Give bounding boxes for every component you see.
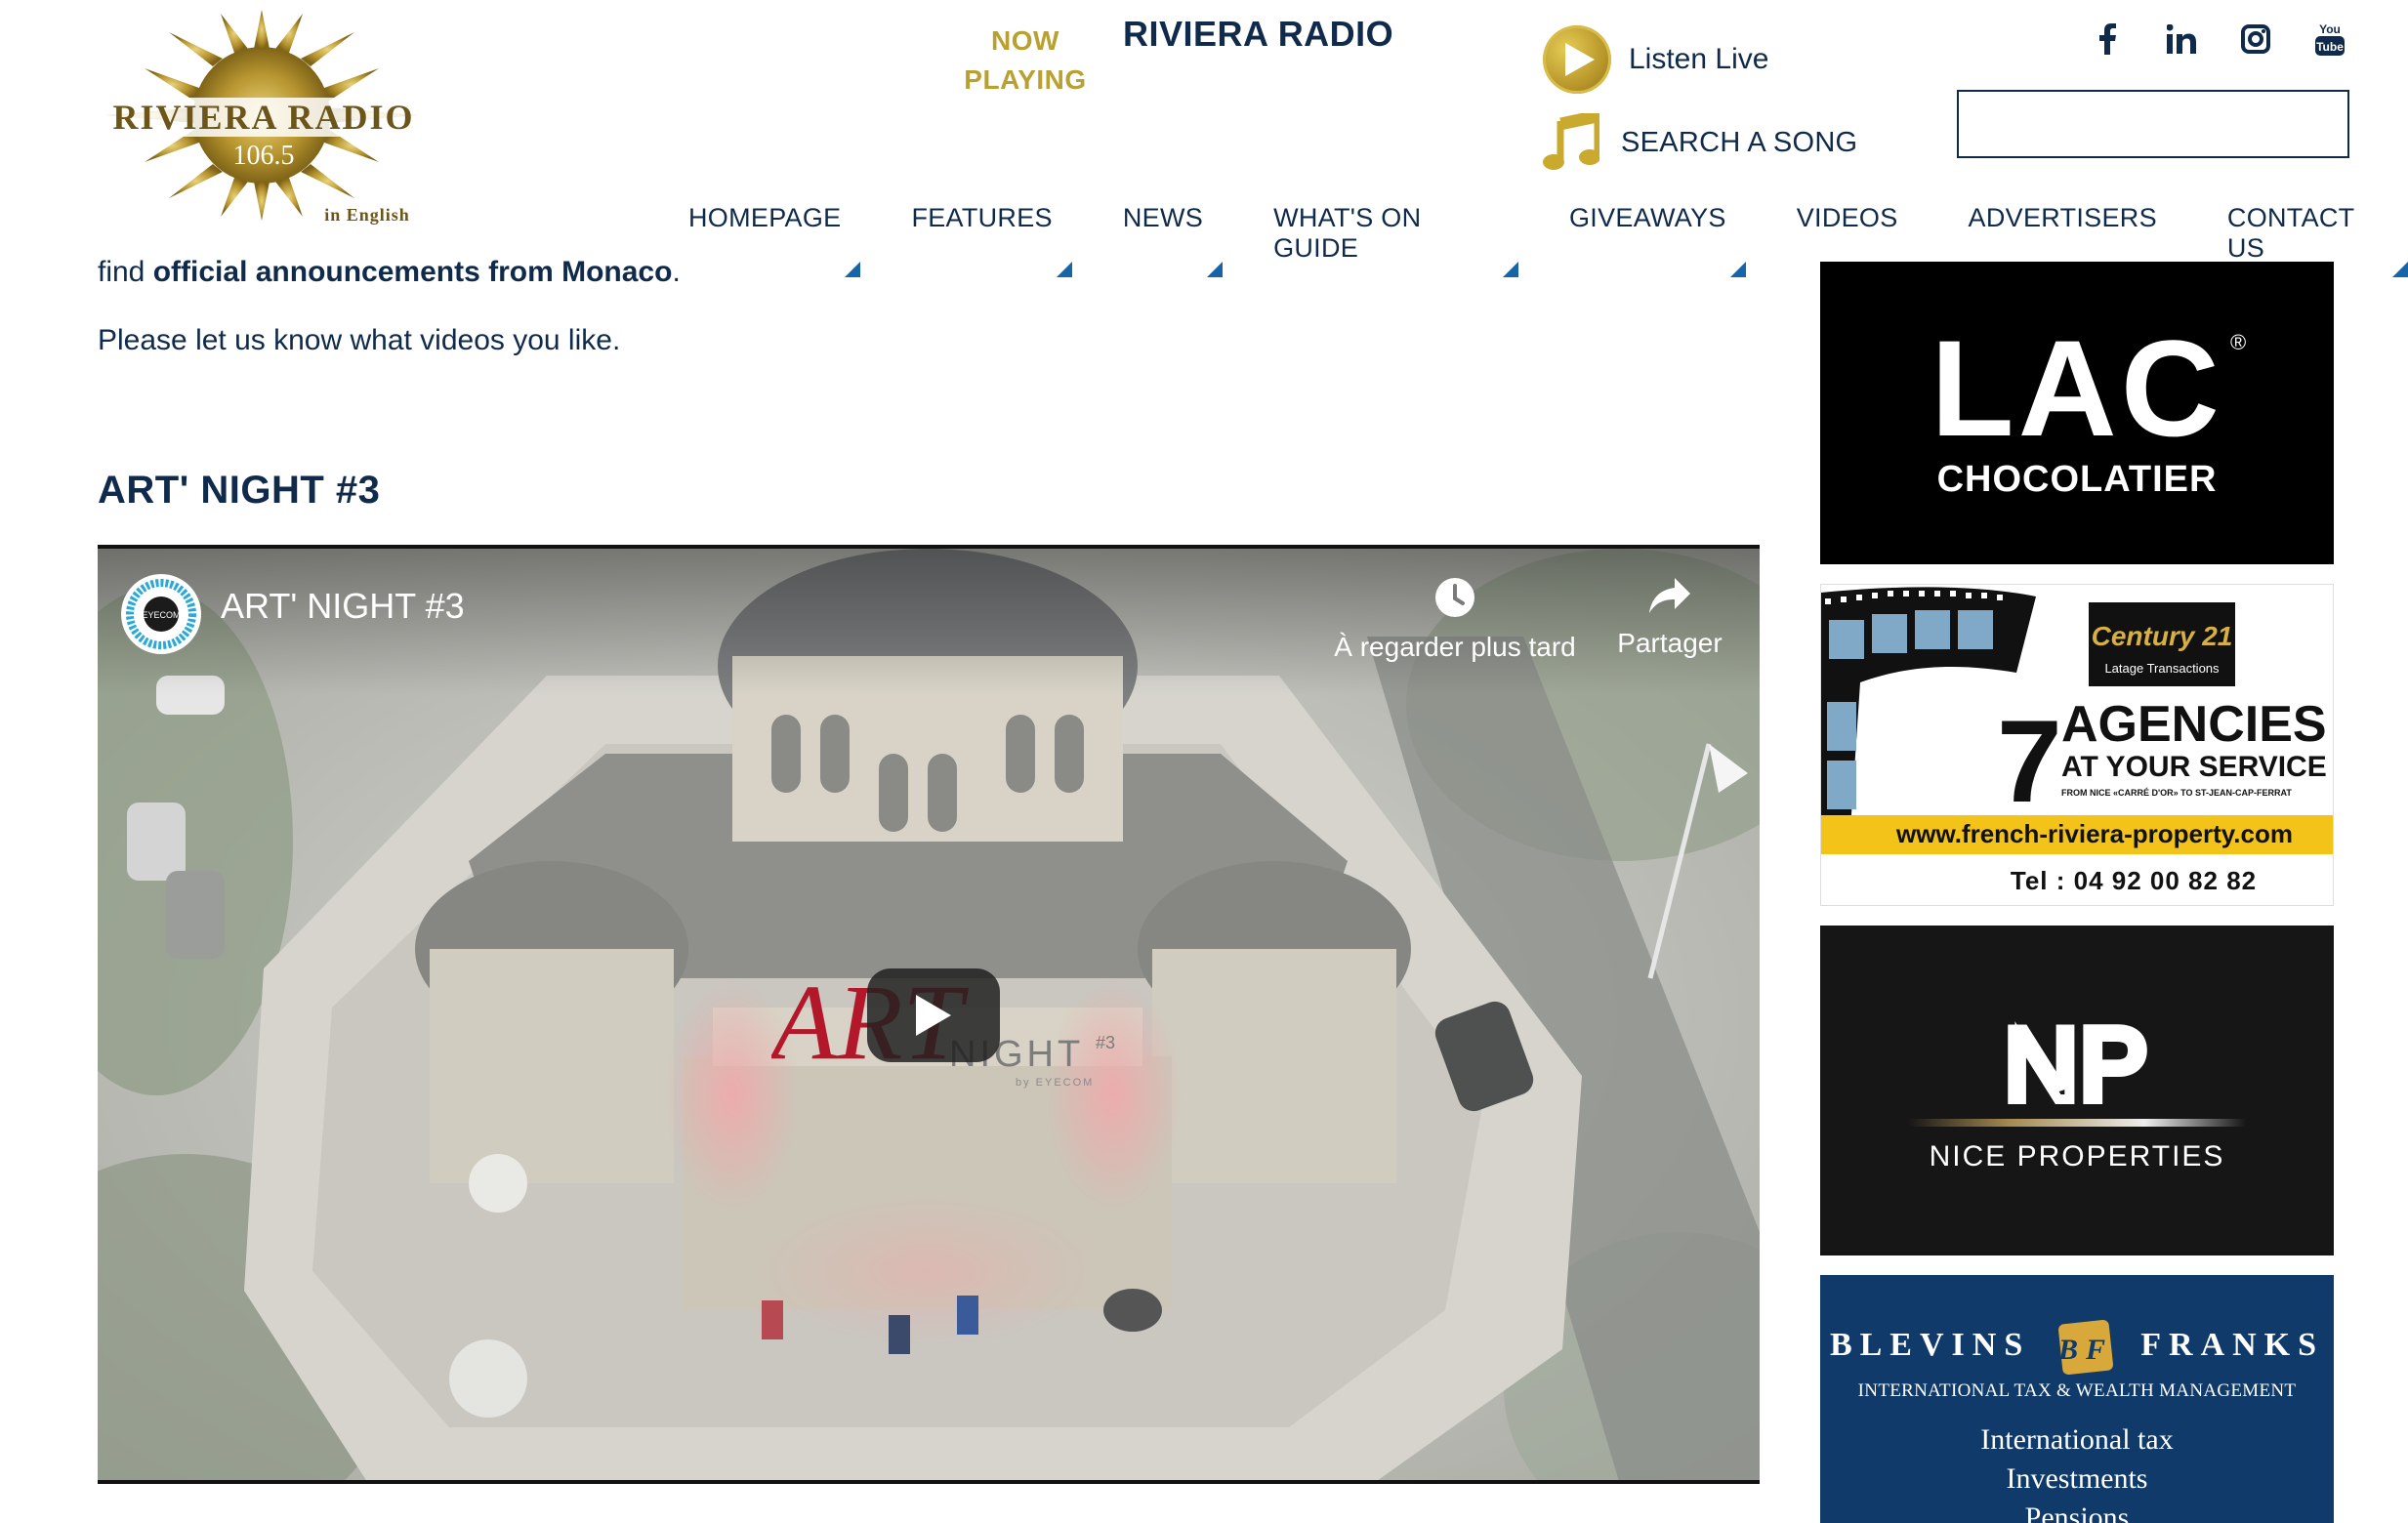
ad-bf-line3: Pensions	[2024, 1502, 2130, 1523]
site-search-input[interactable]	[1957, 90, 2349, 158]
nav-item-news[interactable]: NEWS	[1123, 203, 1224, 277]
ad-bf-line2: Investments	[2006, 1462, 2148, 1495]
overlay-by-text: by EYECOM	[1016, 1077, 1094, 1089]
ad-lac-chocolatier[interactable]: LAC ® CHOCOLATIER	[1820, 262, 2334, 564]
riviera-radio-logo[interactable]: RIVIERA RADIO 106.5 in English	[94, 8, 436, 232]
ad-nice-properties[interactable]: NP NICE PROPERTIES	[1820, 926, 2334, 1255]
logo-name: RIVIERA RADIO	[112, 98, 414, 137]
ad-c21-brand: Century 21	[2092, 621, 2233, 651]
ad-bf-brand-left: BLEVINS	[1829, 1326, 2031, 1363]
ad-lac-big: LAC	[1931, 311, 2223, 465]
ad-c21-line2: AT YOUR SERVICE	[2061, 751, 2327, 783]
share-arrow-icon	[1649, 578, 1690, 613]
ad-c21-url: www.french-riviera-property.com	[1895, 819, 2293, 848]
nav-item-homepage[interactable]: HOMEPAGE	[688, 203, 861, 277]
svg-text:Tube: Tube	[2316, 40, 2344, 54]
ad-bf-sub: INTERNATIONAL TAX & WEALTH MANAGEMENT	[1857, 1380, 2297, 1401]
overlay-num-text: #3	[1096, 1033, 1115, 1052]
search-song-label: SEARCH A SONG	[1621, 126, 1858, 158]
now-playing-station: RIVIERA RADIO	[1123, 14, 1394, 54]
video-player[interactable]: EYECOM ART' NIGHT #3 À regarder plus tar…	[98, 545, 1760, 1484]
nav-item-advertisers[interactable]: ADVERTISERS	[1969, 203, 2178, 277]
ad-lac-registered: ®	[2230, 330, 2247, 354]
video-request-text: Please let us know what videos you like.	[98, 324, 621, 356]
ad-blevins-franks[interactable]: BLEVINS BF FRANKS INTERNATIONAL TAX & WE…	[1820, 1275, 2334, 1523]
ad-bf-brand: BLEVINS BF FRANKS	[1820, 1318, 2334, 1377]
ad-bf-brand-right: FRANKS	[2140, 1326, 2325, 1363]
nav-item-giveaways[interactable]: GIVEAWAYS	[1569, 203, 1746, 277]
ad-bf-line1: International tax	[1980, 1423, 2174, 1456]
section-title: ART' NIGHT #3	[98, 469, 381, 512]
social-links: You Tube	[2090, 21, 2347, 57]
clock-icon	[1435, 578, 1474, 617]
facebook-icon[interactable]	[2090, 21, 2125, 57]
intro-prefix: find	[98, 256, 153, 288]
listen-live-label: Listen Live	[1629, 43, 1769, 75]
ad-c21-number: 7	[1997, 696, 2062, 827]
ad-century21[interactable]: Century 21 Latage Transactions 7 AGENCIE…	[1820, 584, 2334, 906]
linkedin-icon[interactable]	[2164, 21, 2199, 57]
watch-later-button[interactable]: À regarder plus tard	[1328, 576, 1582, 663]
play-icon	[916, 995, 951, 1036]
instagram-icon[interactable]	[2238, 21, 2273, 57]
logo-frequency: 106.5	[233, 141, 295, 171]
ad-np-text: NICE PROPERTIES	[1930, 1140, 2225, 1173]
ad-np-mark: NP	[2005, 1008, 2149, 1122]
intro-bold-link[interactable]: official announcements from Monaco	[153, 256, 673, 288]
search-song-button[interactable]: SEARCH A SONG	[1543, 113, 1857, 172]
youtube-icon[interactable]: You Tube	[2312, 21, 2347, 57]
svg-text:BF: BF	[2057, 1334, 2113, 1366]
ad-c21-sub: Latage Transactions	[2104, 661, 2220, 676]
channel-logo[interactable]: EYECOM	[121, 574, 201, 654]
ad-c21-tel: Tel : 04 92 00 82 82	[2011, 866, 2257, 895]
logo-tagline: in English	[324, 205, 410, 225]
bf-monogram-icon: BF	[2057, 1320, 2113, 1375]
nav-item-features[interactable]: FEATURES	[911, 203, 1073, 277]
nav-item-videos[interactable]: VIDEOS	[1797, 203, 1918, 277]
svg-text:You: You	[2319, 22, 2341, 36]
video-title[interactable]: ART' NIGHT #3	[221, 586, 465, 627]
ad-c21-line1: AGENCIES	[2061, 696, 2327, 753]
main-nav: HOMEPAGE FEATURES NEWS WHAT'S ON GUIDE G…	[688, 203, 2408, 277]
play-icon	[1543, 25, 1611, 94]
now-playing-label: NOW PLAYING	[964, 25, 1087, 95]
share-label: Partager	[1617, 628, 1723, 658]
ad-lac-small: CHOCOLATIER	[1936, 459, 2218, 500]
share-button[interactable]: Partager	[1601, 576, 1738, 659]
nav-item-whats-on-guide[interactable]: WHAT'S ON GUIDE	[1273, 203, 1518, 277]
intro-suffix: .	[672, 256, 681, 288]
channel-logo-text: EYECOM	[142, 610, 180, 620]
video-play-button[interactable]	[867, 968, 1000, 1062]
main-content: find official announcements from Monaco.…	[98, 256, 1758, 512]
intro-text: find official announcements from Monaco.	[98, 256, 1758, 289]
ad-c21-line3: FROM NICE «CARRÉ D'OR» TO ST-JEAN-CAP-FE…	[2061, 788, 2292, 798]
listen-live-button[interactable]: Listen Live	[1543, 25, 1768, 94]
nav-item-contact-us[interactable]: CONTACT US	[2227, 203, 2408, 277]
music-note-icon	[1543, 113, 1599, 170]
watch-later-label: À regarder plus tard	[1334, 632, 1576, 662]
